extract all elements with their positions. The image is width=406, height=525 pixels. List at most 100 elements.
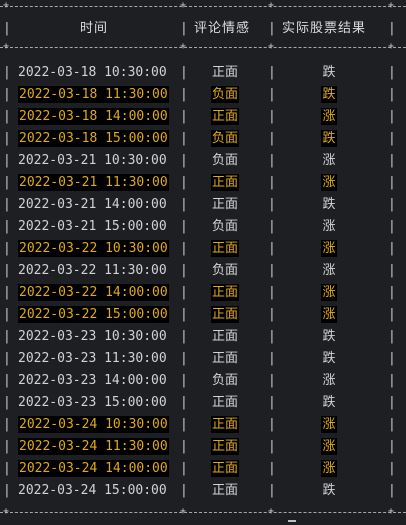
column-divider: | <box>180 417 188 432</box>
column-divider: | <box>388 395 396 410</box>
table-row: | 2022-03-22 14:00:00 | 正面 | 涨 | <box>0 282 406 304</box>
column-divider: | <box>268 197 276 212</box>
time-cell-text: 2022-03-24 11:30:00 <box>18 438 169 455</box>
column-divider: | <box>180 197 188 212</box>
time-cell: 2022-03-21 14:00:00 <box>18 194 167 216</box>
column-divider: | <box>268 351 276 366</box>
sentiment-cell: 负面 <box>209 216 241 238</box>
sentiment-cell-text: 正面 <box>210 416 239 433</box>
column-divider: | <box>3 307 11 322</box>
result-cell-text: 涨 <box>321 306 337 323</box>
column-divider: | <box>180 175 188 190</box>
header-result: 实际股票结果 <box>282 21 367 36</box>
sentiment-cell-text: 正面 <box>210 240 239 257</box>
column-divider: | <box>268 153 276 168</box>
sentiment-cell: 正面 <box>209 480 241 502</box>
result-cell: 涨 <box>321 172 337 194</box>
result-cell-text: 跌 <box>322 395 336 410</box>
column-divider: | <box>388 373 396 388</box>
column-divider: | <box>3 131 11 146</box>
column-divider: | <box>268 461 276 476</box>
time-cell-text: 2022-03-18 14:00:00 <box>18 108 169 125</box>
sentiment-cell-text: 负面 <box>211 263 238 278</box>
column-divider: | <box>388 65 396 80</box>
sentiment-cell-text: 正面 <box>211 197 238 212</box>
column-divider: | <box>180 263 188 278</box>
column-divider: | <box>388 219 396 234</box>
result-cell-text: 跌 <box>321 130 337 147</box>
time-cell-text: 2022-03-21 11:30:00 <box>18 174 169 191</box>
table-row: | 2022-03-21 15:00:00 | 负面 | 涨 | <box>0 216 406 238</box>
time-cell: 2022-03-24 10:30:00 <box>18 414 169 436</box>
sentiment-cell: 负面 <box>209 260 241 282</box>
result-cell-text: 跌 <box>322 329 336 344</box>
result-cell-text: 涨 <box>321 284 337 301</box>
table-row: | 2022-03-21 14:00:00 | 正面 | 跌 | <box>0 194 406 216</box>
result-cell: 跌 <box>321 128 337 150</box>
time-cell: 2022-03-22 11:30:00 <box>18 260 167 282</box>
column-divider: | <box>180 373 188 388</box>
column-divider: | <box>3 461 11 476</box>
result-cell: 涨 <box>321 216 337 238</box>
column-divider: | <box>3 65 11 80</box>
result-cell: 涨 <box>321 150 337 172</box>
column-divider: | <box>3 219 11 234</box>
result-cell: 跌 <box>321 392 337 414</box>
border-corner: + <box>180 0 187 11</box>
time-cell: 2022-03-22 10:30:00 <box>18 238 169 260</box>
sentiment-cell-text: 正面 <box>210 460 239 477</box>
sentiment-cell: 正面 <box>209 238 241 260</box>
column-divider: | <box>180 21 188 36</box>
terminal-output: | 时间 | 评论情感 | 实际股票结果 | | 2022-03-18 10:30… <box>0 0 406 525</box>
column-divider: | <box>388 241 396 256</box>
table-row: | 2022-03-24 15:00:00 | 正面 | 跌 | <box>0 480 406 502</box>
column-divider: | <box>180 109 188 124</box>
sentiment-cell: 正面 <box>209 392 241 414</box>
column-divider: | <box>268 87 276 102</box>
column-divider: | <box>268 373 276 388</box>
column-divider: | <box>3 483 11 498</box>
column-divider: | <box>180 65 188 80</box>
column-divider: | <box>180 307 188 322</box>
border-corner: + <box>180 506 187 517</box>
sentiment-cell-text: 正面 <box>210 438 239 455</box>
sentiment-cell: 正面 <box>209 282 241 304</box>
time-cell-text: 2022-03-21 15:00:00 <box>18 219 167 234</box>
time-cell-text: 2022-03-23 10:30:00 <box>18 329 167 344</box>
column-divider: | <box>180 87 188 102</box>
sentiment-cell: 负面 <box>209 370 241 392</box>
column-divider: | <box>3 153 11 168</box>
column-divider: | <box>268 285 276 300</box>
column-divider: | <box>388 285 396 300</box>
column-divider: | <box>180 439 188 454</box>
time-cell: 2022-03-24 14:00:00 <box>18 458 169 480</box>
border-corner: + <box>268 0 275 11</box>
table-row: | 2022-03-24 11:30:00 | 正面 | 涨 | <box>0 436 406 458</box>
table-row: | 2022-03-23 14:00:00 | 负面 | 涨 | <box>0 370 406 392</box>
column-divider: | <box>388 175 396 190</box>
result-cell-text: 涨 <box>322 263 336 278</box>
time-cell: 2022-03-18 11:30:00 <box>18 84 169 106</box>
time-cell: 2022-03-21 15:00:00 <box>18 216 167 238</box>
table-row: | 2022-03-22 10:30:00 | 正面 | 涨 | <box>0 238 406 260</box>
time-cell: 2022-03-23 10:30:00 <box>18 326 167 348</box>
result-cell: 涨 <box>321 370 337 392</box>
table-row: | 2022-03-18 10:30:00 | 正面 | 跌 | <box>0 62 406 84</box>
time-cell-text: 2022-03-24 10:30:00 <box>18 416 169 433</box>
table-row: | 2022-03-24 10:30:00 | 正面 | 涨 | <box>0 414 406 436</box>
border-corner: + <box>388 506 395 517</box>
time-cell-text: 2022-03-21 14:00:00 <box>18 197 167 212</box>
column-divider: | <box>388 417 396 432</box>
column-divider: | <box>180 153 188 168</box>
border-corner: + <box>388 0 395 11</box>
column-divider: | <box>388 351 396 366</box>
time-cell: 2022-03-23 15:00:00 <box>18 392 167 414</box>
column-divider: | <box>180 351 188 366</box>
time-cell: 2022-03-24 11:30:00 <box>18 436 169 458</box>
sentiment-cell-text: 正面 <box>211 329 238 344</box>
column-divider: | <box>180 241 188 256</box>
result-cell-text: 涨 <box>322 153 336 168</box>
sentiment-cell-text: 负面 <box>211 153 238 168</box>
time-cell-text: 2022-03-18 10:30:00 <box>18 65 167 80</box>
column-divider: | <box>3 241 11 256</box>
